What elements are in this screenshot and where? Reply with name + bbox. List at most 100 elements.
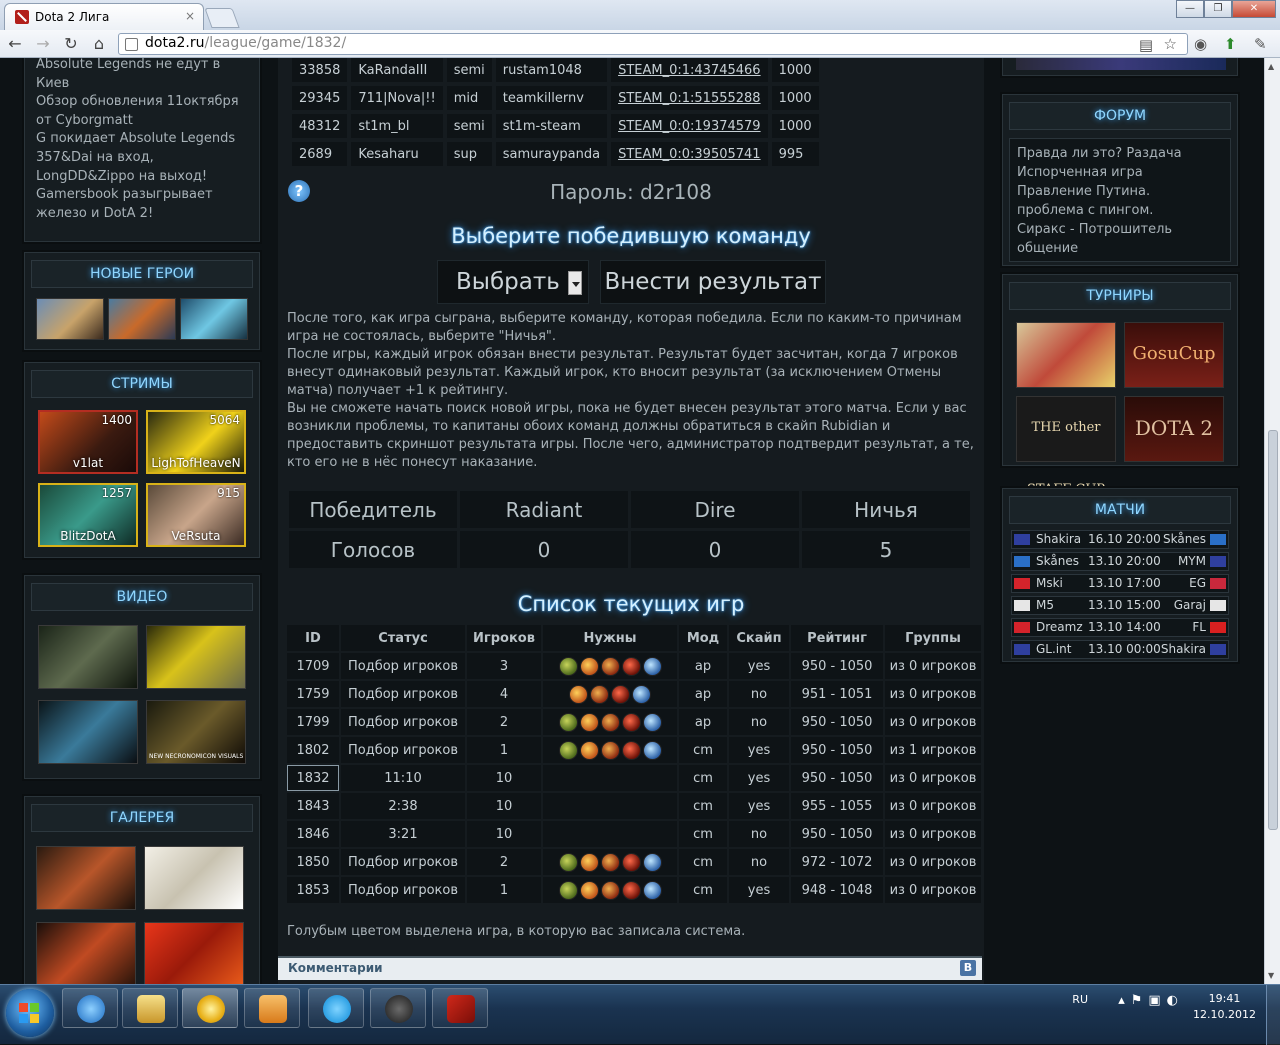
match-row[interactable]: Shakira 16.10 20:00 Skånes [1011,530,1229,549]
globe-extension-icon[interactable]: ◉ [1194,35,1207,53]
video-thumb[interactable]: NEW NECRONOMICON VISUALS [146,700,246,764]
player-nick[interactable]: KaRandaIII [351,58,443,82]
forum-topic[interactable]: проблема с пингом. [1017,201,1230,220]
forum-topic[interactable]: общение [1017,239,1230,258]
taskbar-steam[interactable] [370,988,426,1028]
player-steam[interactable]: STEAM_0:1:43745466 [611,58,768,82]
back-button[interactable]: ← [4,34,26,53]
taskbar-skype[interactable] [308,988,364,1028]
game-row[interactable]: 1759 Подбор игроков 4 ap no 951 - 1051 из 0 иг… [287,681,981,707]
scroll-down-icon[interactable]: ▼ [1268,971,1274,980]
address-bar[interactable]: dota2.ru/league/game/1832/ ▤ ☆ [118,33,1188,55]
game-row[interactable]: 1850 Подбор игроков 2 cm no 972 - 1072 из 0 иг… [287,849,981,875]
tournament-thumb[interactable]: THE other STAFF CUP [1016,396,1116,497]
game-id[interactable]: 1850 [287,849,339,875]
match-row[interactable]: Dreamz 13.10 14:00 FL [1011,618,1229,637]
clock[interactable]: 19:41 12.10.2012 [1193,991,1256,1023]
player-steam[interactable]: STEAM_0:1:51555288 [611,86,768,110]
taskbar-explorer[interactable] [122,988,178,1028]
game-id[interactable]: 1802 [287,737,339,763]
banner-image[interactable] [1016,58,1226,70]
forum-topic[interactable]: Сиракс - Потрошитель [1017,220,1230,239]
gallery-thumb[interactable] [144,846,244,910]
game-row[interactable]: 1846 3:21 10 cm no 950 - 1050 из 0 игроков [287,821,981,847]
tournament-thumb[interactable] [1016,322,1116,388]
winner-select[interactable]: Выбрать [437,260,589,304]
game-id[interactable]: 1853 [287,877,339,903]
bookmark-star-icon[interactable]: ☆ [1164,35,1177,53]
game-id[interactable]: 1709 [287,653,339,679]
new-tab-button[interactable] [204,8,240,28]
taskbar-chrome[interactable] [182,988,238,1028]
gallery-thumb[interactable] [36,846,136,910]
language-indicator[interactable]: RU [1072,993,1088,1006]
hero-thumb[interactable] [36,298,104,340]
stream-thumb[interactable]: 1400 v1lat [38,410,138,474]
tab-active[interactable]: Dota 2 Лига × [4,3,204,30]
vk-icon[interactable]: В [960,960,976,976]
player-nick[interactable]: st1m_bl [351,114,443,138]
match-team1: GL.int [1036,642,1072,656]
tournament-thumb[interactable]: GosuCup [1124,322,1224,388]
taskbar-dota[interactable] [432,988,488,1028]
scroll-up-icon[interactable]: ▲ [1268,62,1274,71]
stream-thumb[interactable]: 1257 BlitzDotA [38,483,138,547]
hero-thumb[interactable] [180,298,248,340]
video-thumb[interactable] [38,700,138,764]
game-row[interactable]: 1832 11:10 10 cm yes 950 - 1050 из 0 игроков [287,765,981,791]
game-row[interactable]: 1802 Подбор игроков 1 cm yes 950 - 1050 из 1 и… [287,737,981,763]
match-row[interactable]: GL.int 13.10 00:00 Shakira [1011,640,1229,659]
taskbar-ie[interactable] [62,988,118,1028]
news-item[interactable]: 357&Dai на вход, LongDD&Zippo на выход! [36,149,252,186]
game-id[interactable]: 1832 [287,765,339,791]
forum-topic[interactable]: Правление Путина. [1017,182,1230,201]
submit-result-button[interactable]: Внести результат [600,260,826,304]
vertical-scrollbar[interactable]: ▲ ▼ [1264,58,1280,984]
video-thumb[interactable] [146,625,246,689]
forum-topic[interactable]: Правда ли это? Раздача [1017,144,1230,163]
match-row[interactable]: Skånes 13.10 20:00 MYM [1011,552,1229,571]
forum-topic[interactable]: Испорченная игра [1017,163,1230,182]
tray-icons[interactable]: ▴⚑▣◐ [1118,993,1184,1008]
minimize-button[interactable]: — [1176,0,1204,18]
extension-icon[interactable]: ⬆ [1224,35,1237,53]
maximize-button[interactable]: ❐ [1204,0,1232,18]
start-button[interactable] [6,989,54,1037]
page-action-icon[interactable]: ▤ [1139,36,1153,54]
close-window-button[interactable]: ✕ [1232,0,1276,18]
player-nick[interactable]: Kesaharu [351,142,443,166]
news-item[interactable]: Absolute Legends не едут в Киев [36,58,252,93]
game-id[interactable]: 1799 [287,709,339,735]
game-id[interactable]: 1759 [287,681,339,707]
reload-button[interactable]: ↻ [60,34,82,53]
hero-thumb[interactable] [108,298,176,340]
player-steam[interactable]: STEAM_0:0:19374579 [611,114,768,138]
stream-thumb[interactable]: 915 VeRsuta [146,483,246,547]
game-row[interactable]: 1843 2:38 10 cm yes 955 - 1055 из 0 игроков [287,793,981,819]
home-button[interactable]: ⌂ [88,34,110,53]
news-item[interactable]: Обзор обновления 11октября от Cyborgmatt [36,93,252,130]
video-thumb[interactable] [38,625,138,689]
forward-button[interactable]: → [32,34,54,53]
wrench-menu-icon[interactable]: ✎ [1254,35,1267,53]
match-row[interactable]: M5 13.10 15:00 Garaj [1011,596,1229,615]
game-id[interactable]: 1846 [287,821,339,847]
gallery-thumb[interactable] [36,922,136,984]
tab-close-icon[interactable]: × [185,9,195,23]
news-item[interactable]: Gamersbook разыгрывает железо и DotA 2! [36,186,252,223]
taskbar-media[interactable] [244,988,300,1028]
game-row[interactable]: 1853 Подбор игроков 1 cm yes 948 - 1048 из 0 и… [287,877,981,903]
tournament-thumb[interactable]: DOTA 2 [1124,396,1224,462]
game-id[interactable]: 1843 [287,793,339,819]
stream-thumb[interactable]: 5064 LighTofHeaveN [146,410,246,474]
news-item[interactable]: G покидает Absolute Legends [36,130,252,149]
scrollbar-thumb[interactable] [1268,430,1278,830]
player-steam[interactable]: STEAM_0:0:39505741 [611,142,768,166]
game-row[interactable]: 1709 Подбор игроков 3 ap yes 950 - 1050 из 0 и… [287,653,981,679]
game-row[interactable]: 1799 Подбор игроков 2 ap no 950 - 1050 из 0 иг… [287,709,981,735]
chevron-down-icon[interactable] [568,271,582,295]
player-nick[interactable]: 711|Nova|!! [351,86,443,110]
match-row[interactable]: Mski 13.10 17:00 EG [1011,574,1229,593]
show-desktop-button[interactable] [1266,985,1280,1045]
gallery-thumb[interactable] [144,922,244,984]
